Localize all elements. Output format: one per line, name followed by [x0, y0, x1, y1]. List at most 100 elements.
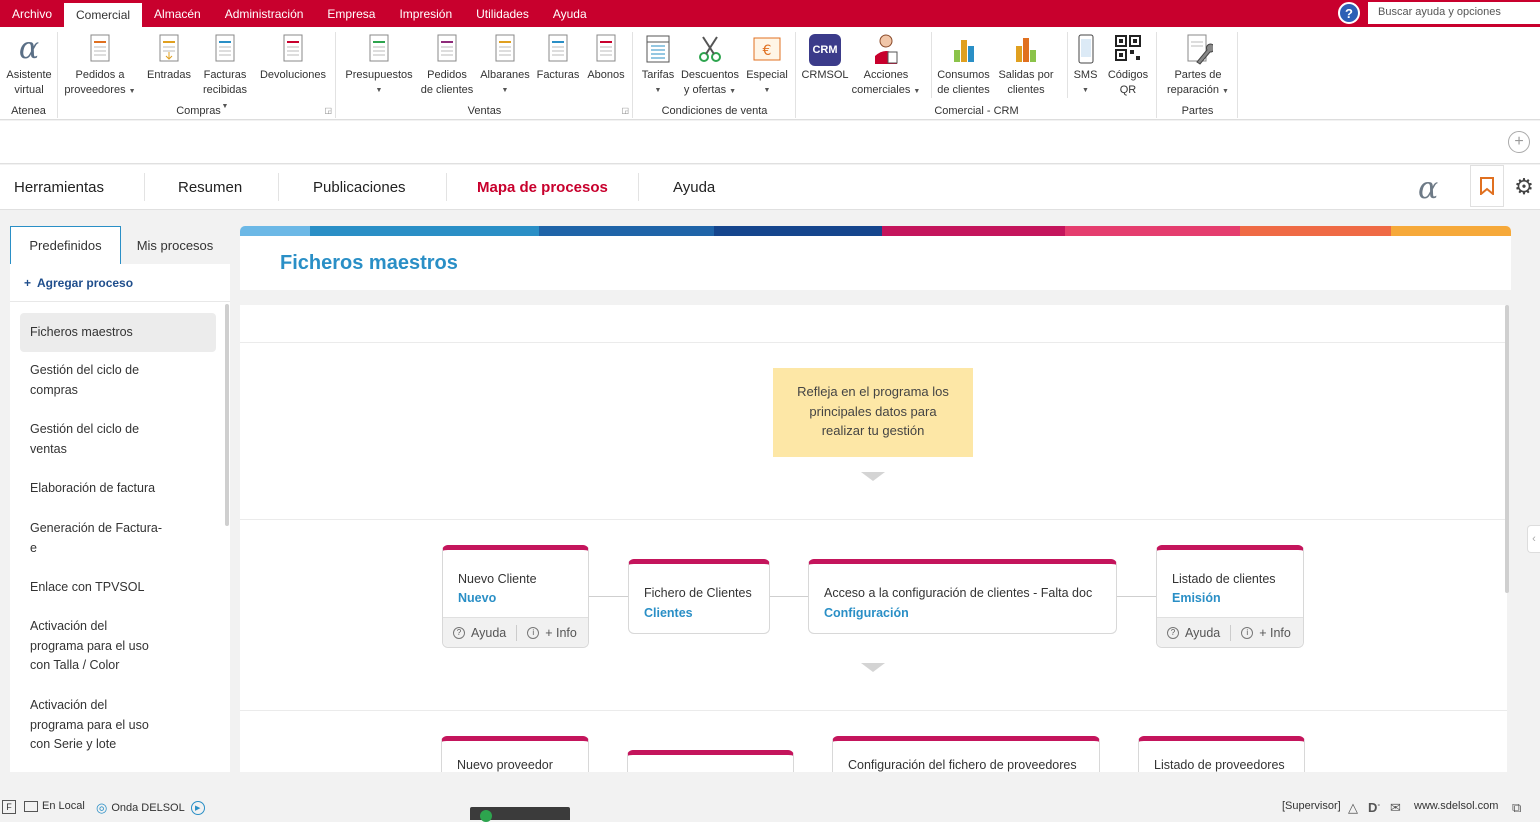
process-header: Ficheros maestros	[240, 236, 1511, 290]
divider	[240, 519, 1507, 520]
footer-label: + Info	[545, 625, 577, 640]
menu-administracion[interactable]: Administración	[213, 0, 316, 27]
tab-predefinidos[interactable]: Predefinidos	[10, 226, 121, 264]
consumos-clientes-button[interactable]: Consumos de clientes	[931, 32, 995, 98]
descuentos-ofertas-button[interactable]: Descuentos y ofertas ▼	[678, 32, 742, 99]
map-scrollbar[interactable]	[1505, 305, 1509, 593]
tab-resumen[interactable]: Resumen	[178, 165, 242, 210]
devoluciones-button[interactable]: Devoluciones	[256, 32, 330, 83]
card-title: Fichero de Clientes	[644, 586, 752, 600]
menu-archivo[interactable]: Archivo	[0, 0, 64, 27]
menu-ayuda[interactable]: Ayuda	[541, 0, 599, 27]
acciones-comerciales-button[interactable]: Acciones comerciales ▼	[849, 32, 923, 99]
mail-icon[interactable]: ✉	[1390, 800, 1401, 816]
process-item[interactable]: Gestión del ciclo de compras	[20, 361, 216, 400]
notification-peek[interactable]	[470, 807, 570, 822]
f-icon: F	[2, 800, 16, 814]
tab-publicaciones[interactable]: Publicaciones	[313, 165, 406, 210]
menu-impresion[interactable]: Impresión	[387, 0, 464, 27]
bookmark-button[interactable]	[1470, 165, 1504, 207]
color-band	[240, 226, 1511, 236]
abonos-button[interactable]: Abonos	[583, 32, 629, 83]
add-tab-icon[interactable]: +	[1508, 131, 1530, 153]
nav-divider	[446, 173, 447, 201]
card-action-link[interactable]: Nuevo	[458, 591, 496, 605]
process-card-fichero-clientes: Fichero de Clientes Clientes	[628, 559, 770, 634]
collapse-panel-tab[interactable]: ‹	[1527, 525, 1540, 553]
website-label: www.sdelsol.com	[1414, 800, 1499, 812]
pedidos-clientes-button[interactable]: Pedidos de clientes	[417, 32, 477, 98]
albaranes-button[interactable]: Albaranes ▼	[477, 32, 533, 98]
process-item[interactable]: Enlace con TPVSOL	[20, 578, 216, 598]
menu-almacen[interactable]: Almacén	[142, 0, 213, 27]
process-item[interactable]: Activación del programa para el uso con Se…	[20, 696, 216, 755]
question-circle-icon: ?	[453, 626, 465, 639]
process-item-label: Ficheros maestros	[30, 324, 133, 339]
button-label: Salidas por	[998, 69, 1054, 81]
card-title: Listado de proveedores	[1154, 758, 1285, 772]
tab-mapa-procesos[interactable]: Mapa de procesos	[477, 165, 608, 210]
tab-mis-procesos[interactable]: Mis procesos	[126, 226, 224, 264]
especial-button[interactable]: € Especial ▼	[744, 32, 790, 98]
tab-herramientas[interactable]: Herramientas	[14, 165, 104, 210]
menu-comercial[interactable]: Comercial	[64, 3, 143, 27]
card-help-button[interactable]: ? Ayuda	[443, 626, 516, 640]
sidebar-scrollbar[interactable]	[225, 304, 229, 526]
card-footer: ? Ayuda i + Info	[443, 617, 588, 647]
group-launcher-icon[interactable]: ◲	[324, 106, 332, 115]
menu-empresa[interactable]: Empresa	[315, 0, 387, 27]
process-item-label: Elaboración de factura	[30, 481, 156, 495]
process-item[interactable]: Gestión del ciclo de ventas	[20, 420, 216, 459]
window-icon[interactable]: ⧉	[1512, 800, 1521, 816]
card-title: Configuración del fichero de proveedores	[848, 758, 1077, 772]
help-icon[interactable]: ?	[1336, 1, 1362, 25]
card-action-link[interactable]: Configuración	[824, 606, 909, 620]
pedidos-proveedores-button[interactable]: Pedidos a proveedores ▼	[64, 32, 136, 99]
process-item-label: compras	[30, 382, 78, 397]
delsol-d-icon[interactable]: D °	[1368, 800, 1380, 815]
partes-reparacion-button[interactable]: Partes de reparación ▼	[1162, 32, 1234, 99]
entradas-button[interactable]: Entradas	[142, 32, 196, 83]
card-action-link[interactable]: Clientes	[644, 606, 693, 620]
group-launcher-icon[interactable]: ◲	[621, 106, 629, 115]
color-band-segment	[1391, 226, 1511, 236]
menu-utilidades[interactable]: Utilidades	[464, 0, 541, 27]
process-item[interactable]: Generación de Factura-e	[20, 519, 216, 558]
document-icon	[283, 34, 303, 62]
onda-delsol[interactable]: ◎ Onda DELSOL ▶	[96, 800, 205, 816]
process-item[interactable]: Ficheros maestros	[20, 313, 216, 352]
facturas-button[interactable]: Facturas	[533, 32, 583, 83]
ribbon: α Asistente virtual Atenea Pedidos a pro…	[0, 27, 1540, 120]
card-info-button[interactable]: i + Info	[517, 626, 587, 640]
chevron-down-icon: ▼	[763, 87, 771, 94]
process-item-label: con Talla / Color	[30, 658, 120, 672]
card-footer: ? Ayuda i + Info	[1157, 617, 1303, 647]
tarifas-button[interactable]: Tarifas ▼	[636, 32, 680, 98]
process-item[interactable]: Activación del programa para el uso con Ta…	[20, 617, 216, 676]
help-search-input[interactable]: Buscar ayuda y opciones	[1368, 2, 1540, 24]
sms-button[interactable]: SMS ▼	[1067, 32, 1103, 98]
asistente-virtual-button[interactable]: α Asistente virtual	[2, 32, 56, 98]
wrench-icon	[1187, 34, 1213, 65]
process-item-label: Activación del	[30, 698, 108, 712]
card-action-link[interactable]: Emisión	[1172, 591, 1221, 605]
card-title: Nuevo proveedor	[457, 758, 553, 772]
presupuestos-button[interactable]: Presupuestos ▼	[341, 32, 417, 98]
local-mode[interactable]: En Local	[24, 800, 85, 812]
chevron-down-icon: ▼	[913, 88, 921, 95]
salidas-clientes-button[interactable]: Salidas por clientes	[995, 32, 1057, 98]
card-info-button[interactable]: i + Info	[1231, 626, 1301, 640]
play-icon[interactable]: ▶	[190, 801, 205, 815]
card-help-button[interactable]: ? Ayuda	[1157, 626, 1230, 640]
f-indicator[interactable]: F	[2, 800, 20, 814]
add-process-button[interactable]: + Agregar proceso	[24, 276, 133, 290]
warning-icon[interactable]: △	[1348, 800, 1358, 816]
process-item[interactable]: Elaboración de factura	[20, 479, 216, 499]
atenea-logo[interactable]: α	[1418, 171, 1438, 206]
website-link[interactable]: www.sdelsol.com	[1414, 800, 1498, 812]
crmsol-button[interactable]: CRM CRMSOL	[799, 32, 851, 83]
facturas-recibidas-button[interactable]: Facturas recibidas ▼	[198, 32, 252, 114]
codigos-qr-button[interactable]: Códigos QR	[1103, 32, 1153, 98]
gear-icon[interactable]: ⚙	[1508, 169, 1540, 205]
tab-ayuda[interactable]: Ayuda	[673, 165, 715, 210]
